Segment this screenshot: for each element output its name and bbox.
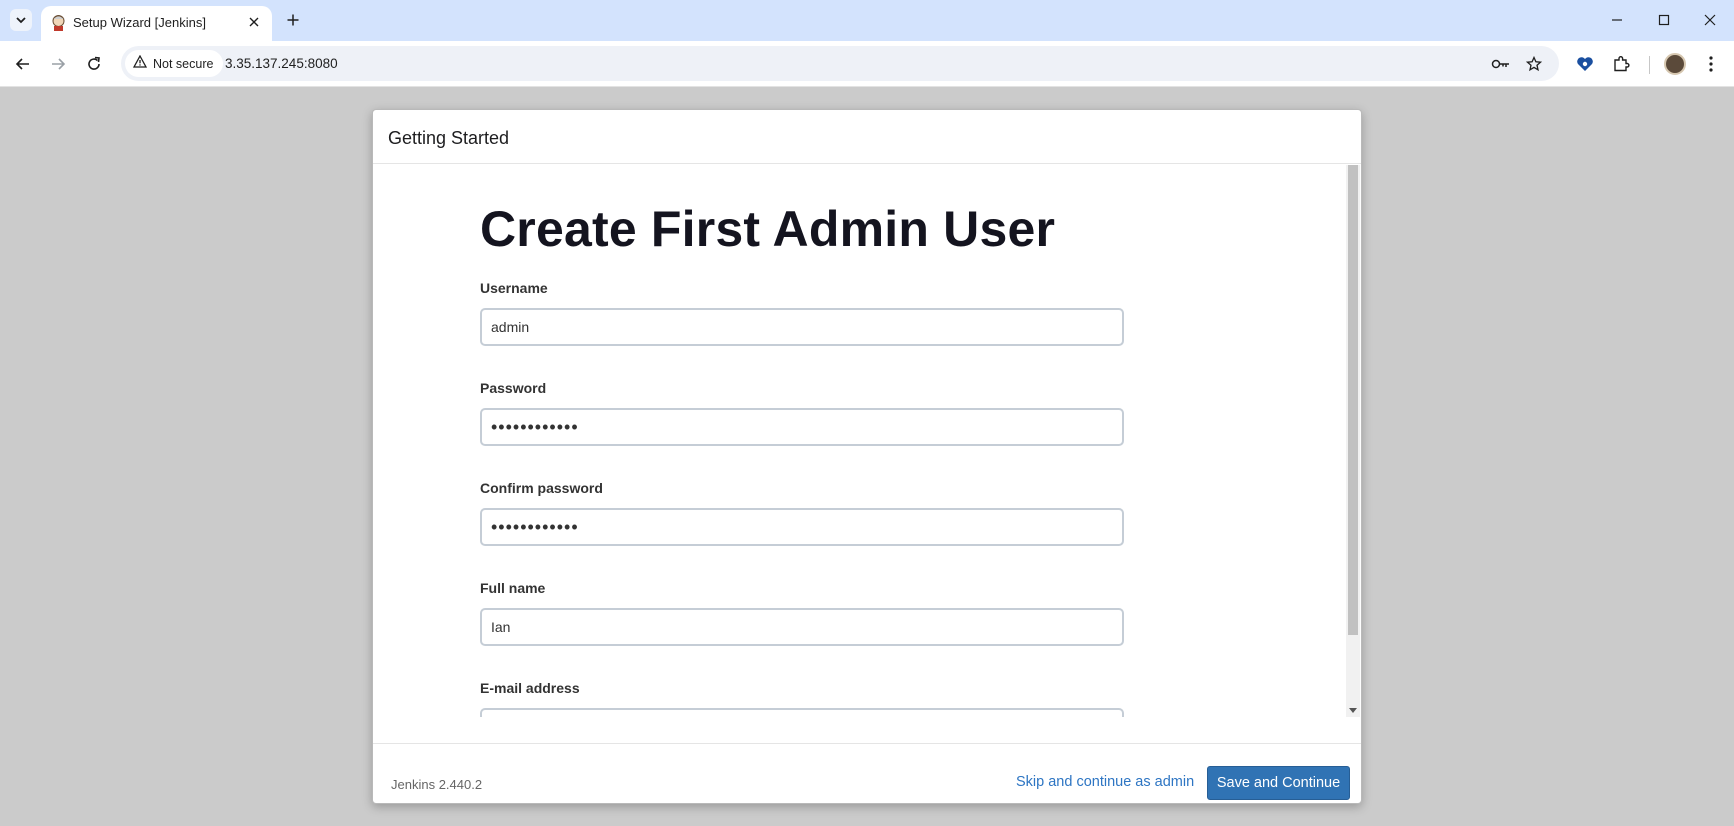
password-field[interactable] — [480, 408, 1124, 446]
email-field[interactable] — [480, 708, 1124, 717]
browser-tab[interactable]: Setup Wizard [Jenkins] — [41, 6, 272, 41]
confirm-password-label: Confirm password — [480, 480, 603, 496]
page-title: Create First Admin User — [480, 201, 1056, 257]
tab-strip: Setup Wizard [Jenkins] — [0, 0, 1734, 41]
skip-continue-link[interactable]: Skip and continue as admin — [1016, 774, 1194, 790]
kebab-menu-icon[interactable] — [1698, 51, 1724, 77]
tab-title: Setup Wizard [Jenkins] — [73, 15, 206, 30]
dialog-body[interactable]: Create First Admin User Username Passwor… — [373, 165, 1361, 717]
plus-icon[interactable] — [282, 9, 304, 31]
reload-icon[interactable] — [81, 51, 107, 77]
close-window-icon[interactable] — [1697, 8, 1723, 32]
scrollbar[interactable] — [1346, 165, 1360, 717]
password-label: Password — [480, 380, 547, 396]
heart-extension-icon[interactable] — [1572, 51, 1598, 77]
scrollbar-thumb[interactable] — [1348, 165, 1358, 635]
dialog-title: Getting Started — [388, 128, 510, 148]
star-icon[interactable] — [1523, 53, 1545, 75]
key-icon[interactable] — [1490, 53, 1512, 75]
browser-toolbar: Not secure 3.35.137.245:8080 — [0, 41, 1734, 87]
url-text: 3.35.137.245:8080 — [225, 56, 338, 71]
maximize-icon[interactable] — [1651, 8, 1677, 32]
puzzle-icon[interactable] — [1608, 51, 1634, 77]
confirm-password-field[interactable] — [480, 508, 1124, 546]
forward-icon[interactable] — [45, 51, 71, 77]
scroll-down-arrow-icon[interactable] — [1349, 708, 1357, 713]
minimize-icon[interactable] — [1604, 8, 1630, 32]
setup-wizard-dialog: Getting Started Create First Admin User … — [372, 109, 1362, 804]
security-chip[interactable]: Not secure — [125, 50, 224, 77]
warning-icon — [132, 54, 148, 73]
save-and-continue-button[interactable]: Save and Continue — [1207, 766, 1350, 800]
dialog-header: Getting Started — [373, 110, 1361, 164]
tab-search-icon[interactable] — [10, 9, 32, 31]
back-icon[interactable] — [10, 51, 36, 77]
email-label: E-mail address — [480, 680, 580, 696]
full-name-field[interactable] — [480, 608, 1124, 646]
toolbar-divider — [1649, 56, 1650, 74]
address-bar[interactable]: Not secure 3.35.137.245:8080 — [121, 46, 1559, 81]
avatar[interactable] — [1664, 53, 1686, 75]
username-label: Username — [480, 280, 548, 296]
version-label: Jenkins 2.440.2 — [391, 777, 483, 792]
jenkins-favicon — [50, 14, 67, 31]
full-name-label: Full name — [480, 580, 546, 596]
dialog-footer: Jenkins 2.440.2 Skip and continue as adm… — [373, 743, 1361, 803]
close-icon[interactable] — [244, 12, 264, 32]
username-field[interactable] — [480, 308, 1124, 346]
security-label: Not secure — [153, 56, 214, 71]
